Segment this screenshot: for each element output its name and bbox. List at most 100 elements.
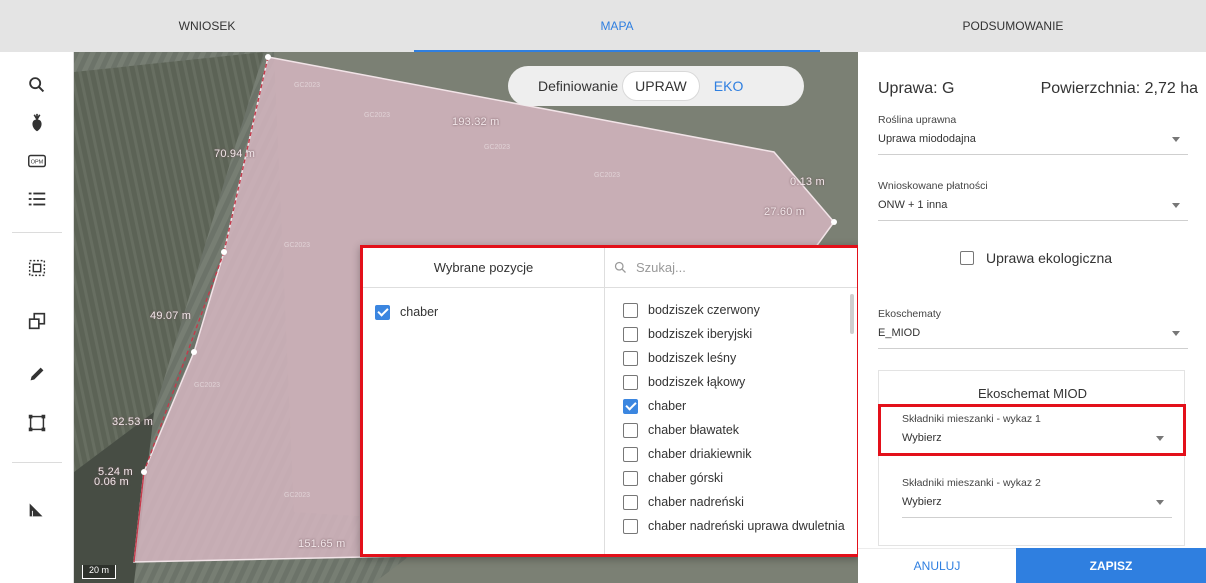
checkbox-checked-icon[interactable] (623, 398, 638, 414)
bounding-box-icon[interactable] (0, 404, 74, 442)
mode-upraw-button[interactable]: UPRAW (622, 71, 700, 101)
payments-label: Wnioskowane płatności (878, 180, 988, 192)
options-panel: Szukaj... bodziszek czerwony bodziszek i… (605, 248, 857, 554)
list-item[interactable]: bodziszek łąkowy (623, 370, 857, 394)
search-placeholder: Szukaj... (636, 260, 686, 275)
crop-select[interactable]: Roślina uprawna Uprawa miododajna (878, 114, 1188, 155)
list-item-label: chaber bławatek (648, 423, 740, 437)
checkbox-icon[interactable] (623, 350, 638, 366)
toolbar-divider-2 (12, 462, 62, 463)
map-watermark: GC2023 (284, 242, 311, 249)
list-item[interactable]: chaber (623, 394, 857, 418)
selected-item-label: chaber (400, 305, 439, 319)
plant-icon[interactable] (0, 104, 74, 142)
mix2-select[interactable]: Składniki mieszanki - wykaz 2 Wybierz (902, 477, 1172, 518)
checkbox-icon[interactable] (960, 251, 974, 265)
highlight-frame (878, 404, 1186, 456)
crop-label: Roślina uprawna (878, 114, 957, 126)
list-item[interactable]: chaber górski (623, 466, 857, 490)
measurement-label: 70.94 m (214, 148, 256, 160)
opm-icon-text: OPM (31, 159, 44, 165)
edit-icon[interactable] (0, 355, 74, 393)
crop-value: Uprawa miododajna (878, 133, 976, 145)
measurement-label: 0.13 m (790, 176, 825, 188)
checkbox-icon[interactable] (623, 326, 638, 342)
checkbox-icon[interactable] (623, 302, 638, 318)
list-item[interactable]: chaber nadreński uprawa dwuletnia (623, 514, 857, 538)
ecoscheme-label: Ekoschematy (878, 308, 942, 320)
checkbox-checked-icon[interactable] (375, 304, 390, 320)
save-button[interactable]: ZAPISZ (1016, 548, 1206, 583)
measurement-label: 49.07 m (150, 310, 192, 322)
search-icon (614, 261, 626, 273)
map-watermark: GC2023 (294, 82, 321, 89)
crop-title: Uprawa: G (878, 80, 955, 97)
map-toolbar: OPM (0, 52, 74, 583)
ecoscheme-miod-title: Ekoschemat MIOD (977, 386, 1088, 401)
copy-icon[interactable] (0, 302, 74, 340)
toolbar-divider (12, 232, 62, 233)
payments-value: ONW + 1 inna (878, 199, 948, 211)
select-area-icon[interactable] (0, 249, 74, 287)
mode-switch: Definiowanie UPRAW EKO (508, 66, 804, 106)
app-root: WNIOSEK MAPA PODSUMOWANIE OPM 193.32 m 7… (0, 0, 1206, 583)
mix2-label: Składniki mieszanki - wykaz 2 (902, 477, 1041, 489)
map-watermark: GC2023 (484, 144, 511, 151)
list-item[interactable]: bodziszek leśny (623, 346, 857, 370)
list-item-label: bodziszek iberyjski (648, 327, 753, 341)
checkbox-icon[interactable] (623, 470, 638, 486)
measurement-label: 0.06 m (94, 476, 129, 488)
list-item-label: chaber nadreński (648, 495, 744, 509)
scrollbar[interactable] (850, 294, 854, 334)
organic-label: Uprawa ekologiczna (986, 250, 1113, 266)
cancel-button[interactable]: ANULUJ (858, 548, 1016, 583)
list-item-label: bodziszek czerwony (648, 303, 760, 317)
measurement-label: 27.60 m (764, 206, 806, 218)
list-icon[interactable] (0, 180, 74, 218)
tab-wniosek[interactable]: WNIOSEK (0, 0, 414, 52)
checkbox-icon[interactable] (623, 494, 638, 510)
checkbox-icon[interactable] (623, 446, 638, 462)
top-tabs: WNIOSEK MAPA PODSUMOWANIE (0, 0, 1206, 52)
selected-item[interactable]: chaber (375, 300, 604, 324)
payments-select[interactable]: Wnioskowane płatności ONW + 1 inna (878, 180, 1188, 221)
list-item[interactable]: chaber bławatek (623, 418, 857, 442)
tab-mapa[interactable]: MAPA (414, 0, 820, 52)
map-watermark: GC2023 (594, 172, 621, 179)
list-item[interactable]: chaber nadreński (623, 490, 857, 514)
list-item[interactable]: chaber driakiewnik (623, 442, 857, 466)
chevron-down-icon (1172, 331, 1180, 336)
map-scale: 20 m (82, 565, 117, 579)
selected-items-header: Wybrane pozycje (363, 248, 604, 288)
area-value: Powierzchnia: 2,72 ha (1040, 80, 1198, 97)
search-icon[interactable] (0, 66, 74, 104)
opm-icon[interactable]: OPM (0, 142, 74, 180)
measure-angle-icon[interactable] (0, 490, 74, 528)
map-watermark: GC2023 (364, 112, 391, 119)
checkbox-icon[interactable] (623, 518, 638, 534)
mode-eko-button[interactable]: EKO (714, 78, 744, 94)
map-watermark: GC2023 (284, 492, 311, 499)
search-input[interactable]: Szukaj... (605, 248, 857, 288)
organic-checkbox[interactable]: Uprawa ekologiczna (960, 250, 1112, 266)
list-item[interactable]: bodziszek czerwony (623, 298, 857, 322)
list-item-label: chaber (648, 399, 687, 413)
chevron-down-icon (1172, 203, 1180, 208)
chevron-down-icon (1156, 500, 1164, 505)
selected-items-panel: Wybrane pozycje chaber (363, 248, 605, 554)
mode-label: Definiowanie (538, 78, 619, 94)
crop-details-panel: Uprawa: G Powierzchnia: 2,72 ha Roślina … (858, 52, 1206, 583)
ecoscheme-select[interactable]: Ekoschematy E_MIOD (878, 308, 1188, 349)
list-item[interactable]: bodziszek iberyjski (623, 322, 857, 346)
measurement-label: 32.53 m (112, 416, 154, 428)
list-item-label: chaber driakiewnik (648, 447, 752, 461)
checkbox-icon[interactable] (623, 374, 638, 390)
measurement-label: 193.32 m (452, 116, 500, 128)
mix2-value: Wybierz (902, 496, 942, 508)
tab-podsumowanie[interactable]: PODSUMOWANIE (820, 0, 1206, 52)
map-watermark: GC2023 (194, 382, 221, 389)
panel-header: Uprawa: G Powierzchnia: 2,72 ha (878, 80, 1198, 98)
checkbox-icon[interactable] (623, 422, 638, 438)
measurement-label: 151.65 m (298, 538, 346, 550)
list-item-label: chaber górski (648, 471, 724, 485)
